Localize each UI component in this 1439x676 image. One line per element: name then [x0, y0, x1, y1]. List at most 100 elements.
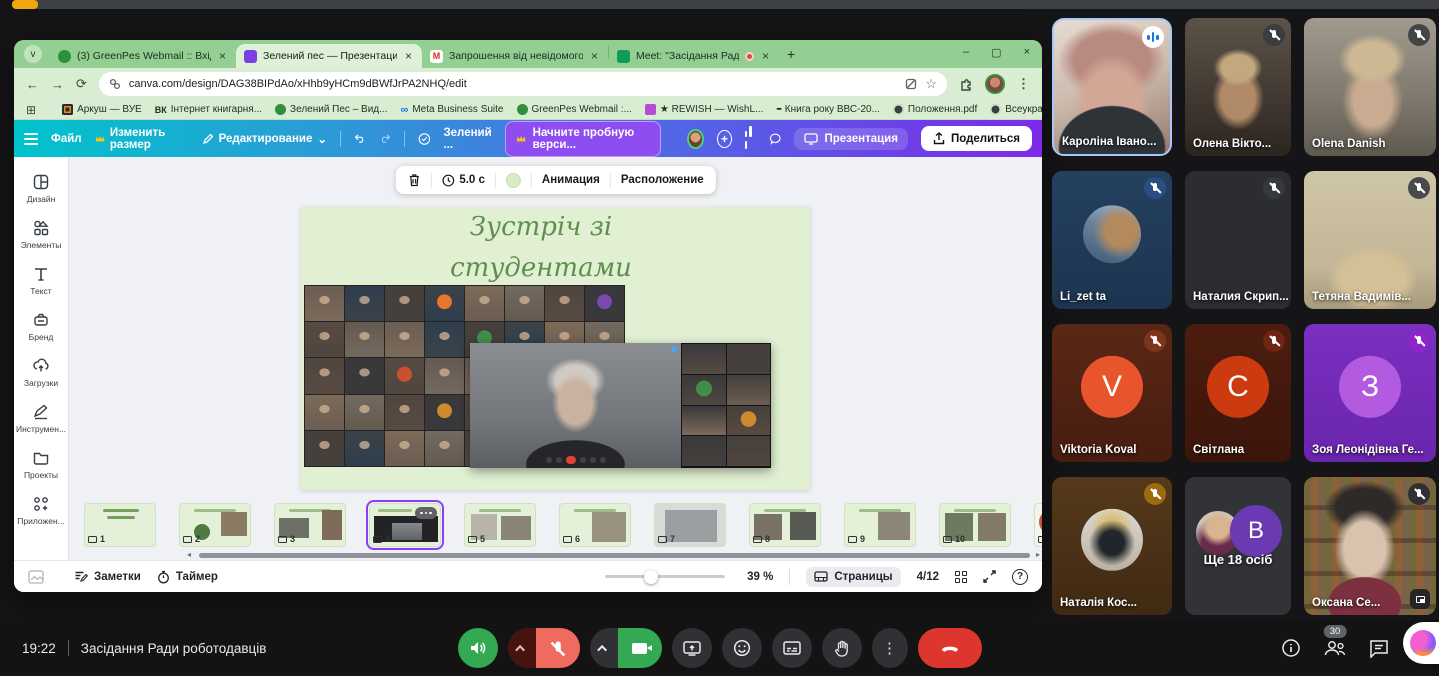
meeting-details-button[interactable]	[1281, 638, 1301, 658]
position-button[interactable]: Расположение	[621, 174, 704, 186]
bookmark-item[interactable]: ▪▪▪Книга року ВВС-20...	[776, 104, 880, 115]
tab-webmail[interactable]: (3) GreenPes Webmail :: Вхідні ×	[50, 44, 236, 68]
delete-icon[interactable]	[407, 173, 420, 187]
bookmark-item[interactable]: ВКІнтернет книгарня...	[155, 104, 262, 115]
design-title[interactable]: Зелений ...	[443, 127, 492, 151]
slide-thumbnail-7[interactable]: 7	[654, 503, 726, 547]
bookmark-item[interactable]: Зелений Пес – Вид...	[275, 104, 387, 115]
background-color-swatch[interactable]	[506, 173, 521, 188]
scroll-left-icon[interactable]: ◂	[187, 550, 191, 559]
animation-button[interactable]: Анимация	[542, 174, 600, 186]
scrollbar-thumb[interactable]	[199, 553, 1030, 558]
horizontal-scrollbar[interactable]: ◂ ▸	[69, 550, 1042, 560]
reload-button[interactable]: ⟳	[76, 76, 87, 92]
more-options-button[interactable]: ⋮	[872, 628, 908, 668]
bookmark-item[interactable]: Аркуш — ВУЕ	[62, 104, 142, 115]
undo-icon[interactable]	[354, 132, 366, 145]
close-window-button[interactable]: ×	[1024, 46, 1030, 59]
mic-options-button[interactable]	[508, 628, 536, 668]
participant-tile-natalia-skryp[interactable]: Наталия Скрип...	[1185, 171, 1291, 309]
slide-thumbnail-1[interactable]: 1	[84, 503, 156, 547]
minimize-window-button[interactable]: –	[963, 46, 969, 59]
apps-grid-icon[interactable]: ⊞	[26, 103, 36, 117]
duration-button[interactable]: 5.0 с	[441, 174, 485, 187]
insights-chart-icon[interactable]	[745, 126, 756, 152]
slide-thumbnail-2[interactable]: 2	[179, 503, 251, 547]
sidebar-item-brand[interactable]: Бренд	[14, 303, 68, 349]
bookmark-item[interactable]: ∞Meta Business Suite	[400, 104, 503, 116]
participant-tile-oksana[interactable]: Оксана Се...	[1304, 477, 1436, 615]
extensions-icon[interactable]	[959, 77, 973, 91]
slide-canvas[interactable]: Зустріч зі студентами коледжу	[301, 207, 810, 490]
bookmark-star-icon[interactable]: ☆	[925, 76, 937, 92]
slide-thumbnail-5[interactable]: 5	[464, 503, 536, 547]
redo-icon[interactable]	[379, 132, 391, 145]
file-menu-button[interactable]: Файл	[51, 133, 82, 145]
bookmark-item[interactable]: Положення.pdf	[893, 104, 977, 115]
embedded-screenshot-speaker[interactable]	[470, 343, 771, 468]
tab-gmail[interactable]: M Запрошення від невідомого ві ×	[422, 44, 608, 68]
captions-button[interactable]	[772, 628, 812, 668]
close-tab-icon[interactable]: ×	[403, 49, 414, 63]
mic-mute-button[interactable]	[536, 628, 580, 668]
zoom-slider[interactable]	[605, 575, 725, 578]
site-settings-icon[interactable]	[109, 78, 121, 90]
zoom-slider-handle[interactable]	[644, 570, 658, 584]
address-bar[interactable]: canva.com/design/DAG38BIPdAo/xHhb9yHCm9d…	[99, 72, 947, 96]
add-collaborator-button[interactable]: +	[717, 130, 732, 148]
reactions-button[interactable]	[722, 628, 762, 668]
camera-options-button[interactable]	[590, 628, 618, 668]
tab-meet[interactable]: Meet: "Засідання Ради роб ×	[609, 44, 779, 68]
present-screen-button[interactable]	[672, 628, 712, 668]
slide-thumbnail-3[interactable]: 3	[274, 503, 346, 547]
close-tab-icon[interactable]: ×	[589, 49, 600, 63]
raise-hand-button[interactable]	[822, 628, 862, 668]
forward-button[interactable]: →	[51, 77, 64, 92]
participant-tile-zoya[interactable]: З Зоя Леонідівна Ге...	[1304, 324, 1436, 462]
slide-thumbnail-4-selected[interactable]: 4	[369, 503, 441, 547]
slide-thumbnail-6[interactable]: 6	[559, 503, 631, 547]
bookmark-item[interactable]: GreenPes Webmail :...	[517, 104, 632, 115]
tab-search-button[interactable]: v	[24, 45, 42, 63]
close-tab-icon[interactable]: ×	[760, 49, 771, 63]
bookmark-item[interactable]: Всеукраїнська літе...	[990, 104, 1042, 115]
participant-tile-lizet[interactable]: Li_zet ta	[1052, 171, 1172, 309]
pages-view-button[interactable]: Страницы	[806, 567, 900, 587]
sidebar-item-tools[interactable]: Инструмен...	[14, 395, 68, 441]
end-call-button[interactable]	[918, 628, 982, 668]
slide-thumbnail-10[interactable]: 10	[939, 503, 1011, 547]
slide-thumbnail-9[interactable]: 9	[844, 503, 916, 547]
maximize-window-button[interactable]: ▢	[991, 46, 1001, 59]
participants-button[interactable]: 30	[1323, 639, 1347, 657]
resize-button[interactable]: Изменить размер	[95, 127, 189, 151]
tab-canva-active[interactable]: Зелений пес — Презентация ×	[236, 44, 422, 68]
sidebar-item-design[interactable]: Дизайн	[14, 165, 68, 211]
sidebar-item-apps[interactable]: Приложен...	[14, 487, 68, 533]
extension-overlay-button[interactable]	[1403, 622, 1439, 664]
comments-icon[interactable]	[769, 131, 782, 147]
close-tab-icon[interactable]: ×	[217, 49, 228, 63]
back-button[interactable]: ←	[26, 77, 39, 92]
participant-tile-olena-v[interactable]: Олена Вікто...	[1185, 18, 1291, 156]
slide-thumbnail-8[interactable]: 8	[749, 503, 821, 547]
timer-button[interactable]: Таймер	[157, 570, 218, 584]
bookmark-item[interactable]: ★ REWISH — WishL...	[645, 104, 763, 115]
start-trial-button[interactable]: Начните пробную верси...	[505, 121, 661, 157]
new-tab-button[interactable]: +	[787, 46, 795, 62]
fullscreen-icon[interactable]	[983, 570, 996, 583]
participant-tile-viktoria[interactable]: V Viktoria Koval	[1052, 324, 1172, 462]
sidebar-item-projects[interactable]: Проекты	[14, 441, 68, 487]
sidebar-item-uploads[interactable]: Загрузки	[14, 349, 68, 395]
participant-tile-karolina[interactable]: Кароліна Івано...	[1052, 18, 1172, 156]
chat-button[interactable]	[1369, 639, 1389, 658]
thumbnail-menu-button[interactable]	[415, 507, 437, 519]
picture-in-picture-button[interactable]	[1410, 589, 1430, 609]
camera-toggle-button[interactable]	[618, 628, 662, 668]
editing-mode-button[interactable]: Редактирование ⌄	[202, 132, 327, 146]
sidebar-item-text[interactable]: Текст	[14, 257, 68, 303]
present-button[interactable]: Презентация	[794, 128, 907, 150]
grid-view-icon[interactable]	[955, 571, 967, 583]
share-button[interactable]: Поделиться	[921, 126, 1032, 151]
participant-tile-svitlana[interactable]: C Світлана	[1185, 324, 1291, 462]
help-button[interactable]: ?	[1012, 569, 1028, 585]
